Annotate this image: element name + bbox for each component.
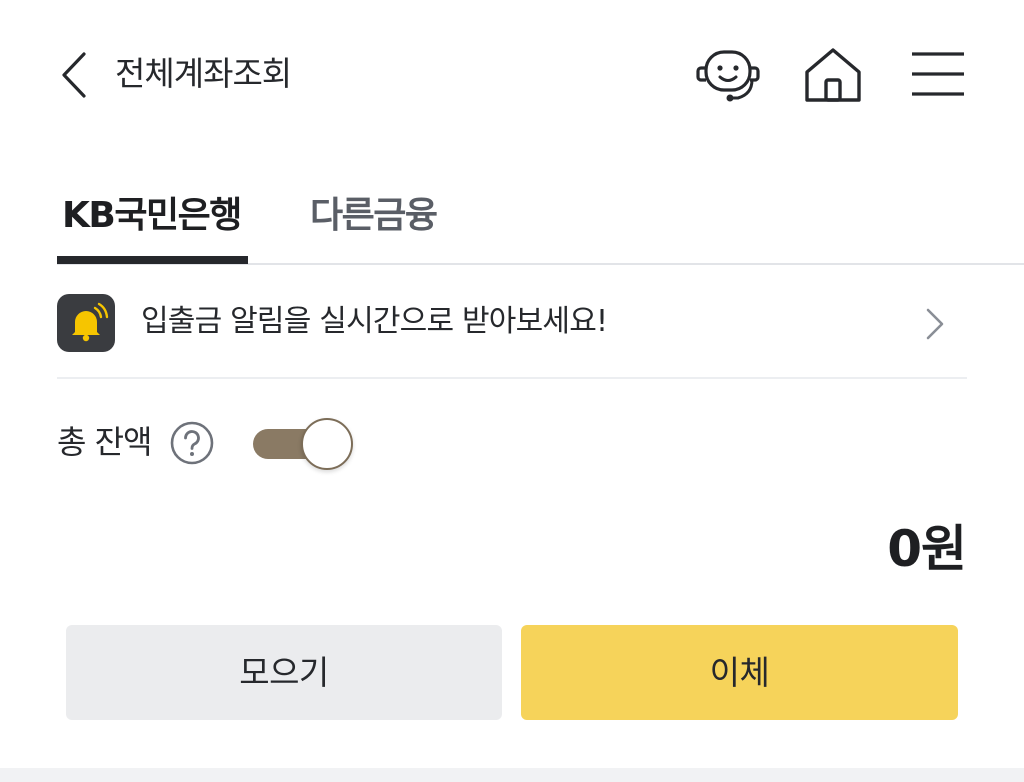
page-title: 전체계좌조회 xyxy=(115,54,292,93)
menu-button[interactable] xyxy=(904,44,972,108)
home-icon xyxy=(805,48,861,102)
chevron-right-icon xyxy=(926,308,944,340)
help-icon[interactable] xyxy=(169,420,215,466)
top-header: 전체계좌조회 xyxy=(0,0,1024,150)
bell-icon xyxy=(72,302,109,342)
balance-visibility-toggle[interactable] xyxy=(253,416,353,472)
total-balance-amount: 0원 xyxy=(887,520,967,578)
gather-button[interactable]: 모으기 xyxy=(66,625,502,720)
active-tab-indicator xyxy=(57,256,248,264)
tab-kb-bank[interactable]: KB국민은행 xyxy=(62,190,242,242)
section-divider xyxy=(57,377,967,379)
bank-tabs: KB국민은행 다른금융 xyxy=(0,180,1024,266)
total-balance-row: 총 잔액 xyxy=(57,416,967,476)
chatbot-button[interactable] xyxy=(694,44,762,108)
home-button[interactable] xyxy=(799,44,867,108)
back-button[interactable] xyxy=(56,50,96,100)
account-overview-page: 전체계좌조회 KB국민은행 다른금융 입출금 알림을 실시간으로 받아보세요! … xyxy=(0,0,1024,782)
transfer-button[interactable]: 이체 xyxy=(521,625,958,720)
bell-icon-box xyxy=(57,294,115,352)
back-arrow-icon xyxy=(62,52,86,98)
chatbot-icon xyxy=(696,50,760,102)
bottom-separator xyxy=(0,768,1024,782)
notification-text: 입출금 알림을 실시간으로 받아보세요! xyxy=(141,304,608,339)
toggle-knob xyxy=(301,418,353,470)
total-balance-label: 총 잔액 xyxy=(57,423,152,461)
notification-banner[interactable]: 입출금 알림을 실시간으로 받아보세요! xyxy=(57,292,967,354)
tab-other-finance[interactable]: 다른금융 xyxy=(310,190,438,242)
menu-icon xyxy=(912,52,964,96)
